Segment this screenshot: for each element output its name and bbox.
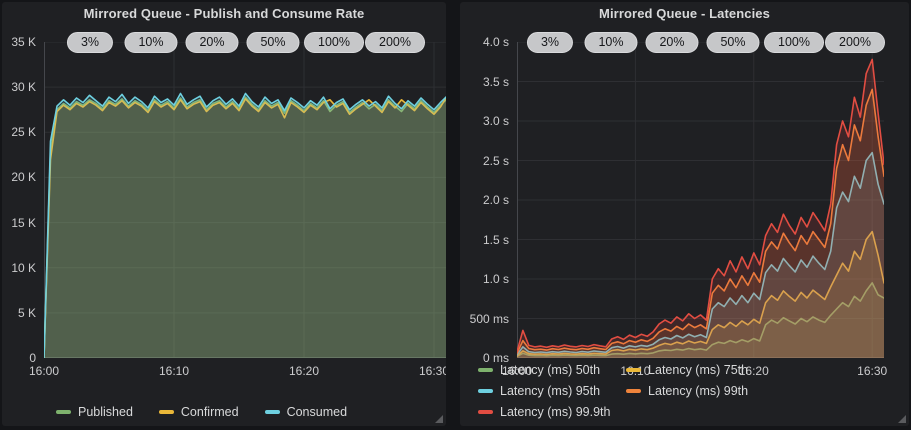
y-tick-label: 35 K [11, 35, 36, 49]
legend-item-latency-ms-50th[interactable]: Latency (ms) 50th [478, 363, 600, 377]
annotation-badge-100[interactable]: 100% [304, 32, 364, 53]
legend-item-latency-ms-99-9th[interactable]: Latency (ms) 99.9th [478, 405, 610, 419]
dashboard: Mirrored Queue - Publish and Consume Rat… [0, 0, 911, 430]
x-tick-label: 16:30 [419, 364, 446, 378]
panel-publish-consume-rate: Mirrored Queue - Publish and Consume Rat… [2, 2, 446, 426]
legend-swatch [626, 368, 641, 372]
annotation-badge-50[interactable]: 50% [706, 32, 759, 53]
y-tick-label: 4.0 s [483, 35, 509, 49]
legend-label: Latency (ms) 95th [500, 384, 600, 398]
x-tick-label: 16:10 [159, 364, 189, 378]
y-tick-label: 10 K [11, 261, 36, 275]
legend-swatch [626, 389, 641, 393]
legend-item-latency-ms-75th[interactable]: Latency (ms) 75th [626, 363, 748, 377]
y-tick-label: 1.5 s [483, 233, 509, 247]
y-tick-label: 500 ms [470, 312, 509, 326]
legend-swatch [478, 368, 493, 372]
y-tick-label: 2.0 s [483, 193, 509, 207]
panel-title[interactable]: Mirrored Queue - Latencies [460, 6, 909, 21]
x-tick-label: 16:20 [289, 364, 319, 378]
annotation-badge-100[interactable]: 100% [764, 32, 824, 53]
y-tick-label: 1.0 s [483, 272, 509, 286]
y-tick-label: 25 K [11, 125, 36, 139]
legend-swatch [478, 389, 493, 393]
annotation-badge-3[interactable]: 3% [527, 32, 573, 53]
legend-label: Published [78, 405, 133, 419]
legend-item-published[interactable]: Published [56, 405, 133, 419]
panel-resize-handle[interactable] [898, 415, 906, 423]
legend-swatch [478, 410, 493, 414]
legend-latencies: Latency (ms) 50th Latency (ms) 75th Latenc… [478, 363, 895, 419]
legend-label: Confirmed [181, 405, 239, 419]
annotation-badge-200[interactable]: 200% [365, 32, 425, 53]
legend-swatch [265, 410, 280, 414]
y-tick-label: 20 K [11, 170, 36, 184]
y-tick-label: 3.5 s [483, 75, 509, 89]
annotation-badge-50[interactable]: 50% [246, 32, 299, 53]
legend-label: Latency (ms) 99th [648, 384, 748, 398]
panel-resize-handle[interactable] [435, 415, 443, 423]
chart-plot-latencies[interactable] [517, 42, 884, 358]
y-tick-label: 2.5 s [483, 154, 509, 168]
legend-swatch [56, 410, 71, 414]
legend-label: Latency (ms) 50th [500, 363, 600, 377]
legend-rate: Published Confirmed Consumed [56, 405, 436, 419]
legend-item-consumed[interactable]: Consumed [265, 405, 347, 419]
legend-label: Consumed [287, 405, 347, 419]
y-tick-label: 30 K [11, 80, 36, 94]
y-tick-label: 15 K [11, 216, 36, 230]
annotation-badge-20[interactable]: 20% [645, 32, 698, 53]
annotation-badge-10[interactable]: 10% [124, 32, 177, 53]
legend-label: Latency (ms) 75th [648, 363, 748, 377]
y-tick-label: 3.0 s [483, 114, 509, 128]
legend-item-latency-ms-95th[interactable]: Latency (ms) 95th [478, 384, 600, 398]
panel-latencies: Mirrored Queue - Latencies 3% 10% 20% 50%10… [460, 2, 909, 426]
panel-title[interactable]: Mirrored Queue - Publish and Consume Rat… [2, 6, 446, 21]
annotation-badge-200[interactable]: 200% [825, 32, 885, 53]
legend-item-latency-ms-99th[interactable]: Latency (ms) 99th [626, 384, 748, 398]
legend-swatch [159, 410, 174, 414]
legend-label: Latency (ms) 99.9th [500, 405, 610, 419]
y-tick-label: 5 K [18, 306, 36, 320]
legend-item-confirmed[interactable]: Confirmed [159, 405, 239, 419]
y-tick-label: 0 [29, 351, 36, 365]
chart-plot-rate[interactable] [44, 42, 446, 358]
annotation-badge-3[interactable]: 3% [67, 32, 113, 53]
annotation-badge-20[interactable]: 20% [185, 32, 238, 53]
annotation-badge-10[interactable]: 10% [584, 32, 637, 53]
x-tick-label: 16:00 [29, 364, 59, 378]
